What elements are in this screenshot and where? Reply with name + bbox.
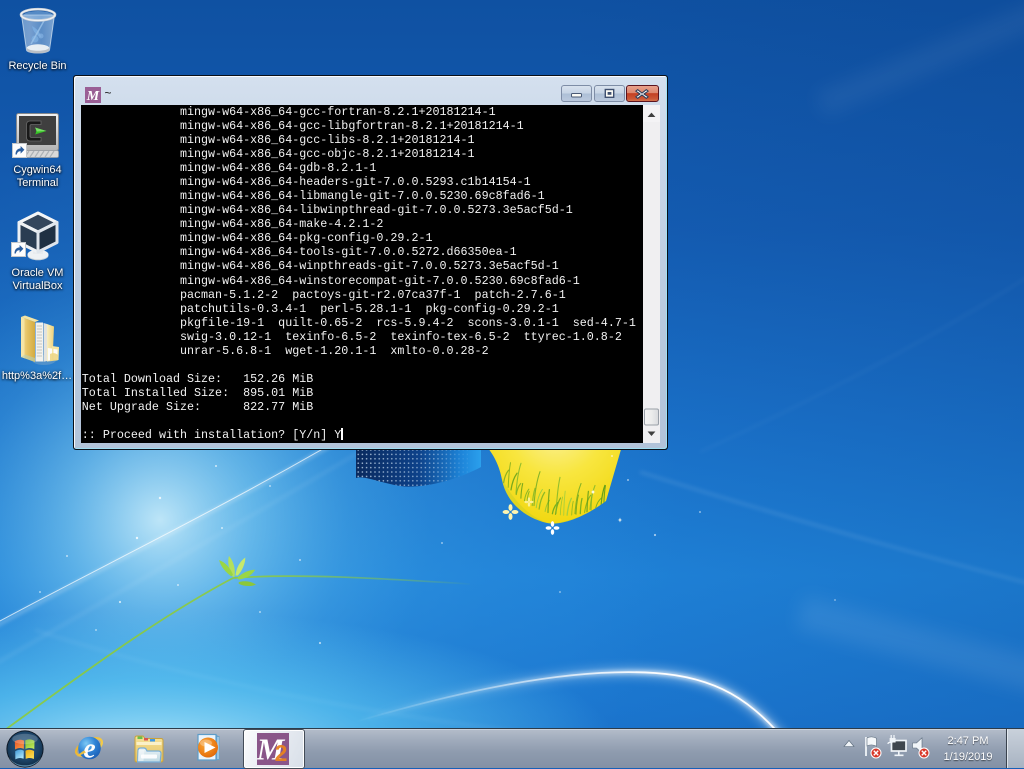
svg-text:2: 2: [275, 740, 288, 765]
svg-text:e: e: [83, 734, 95, 764]
svg-text:M: M: [85, 89, 99, 103]
